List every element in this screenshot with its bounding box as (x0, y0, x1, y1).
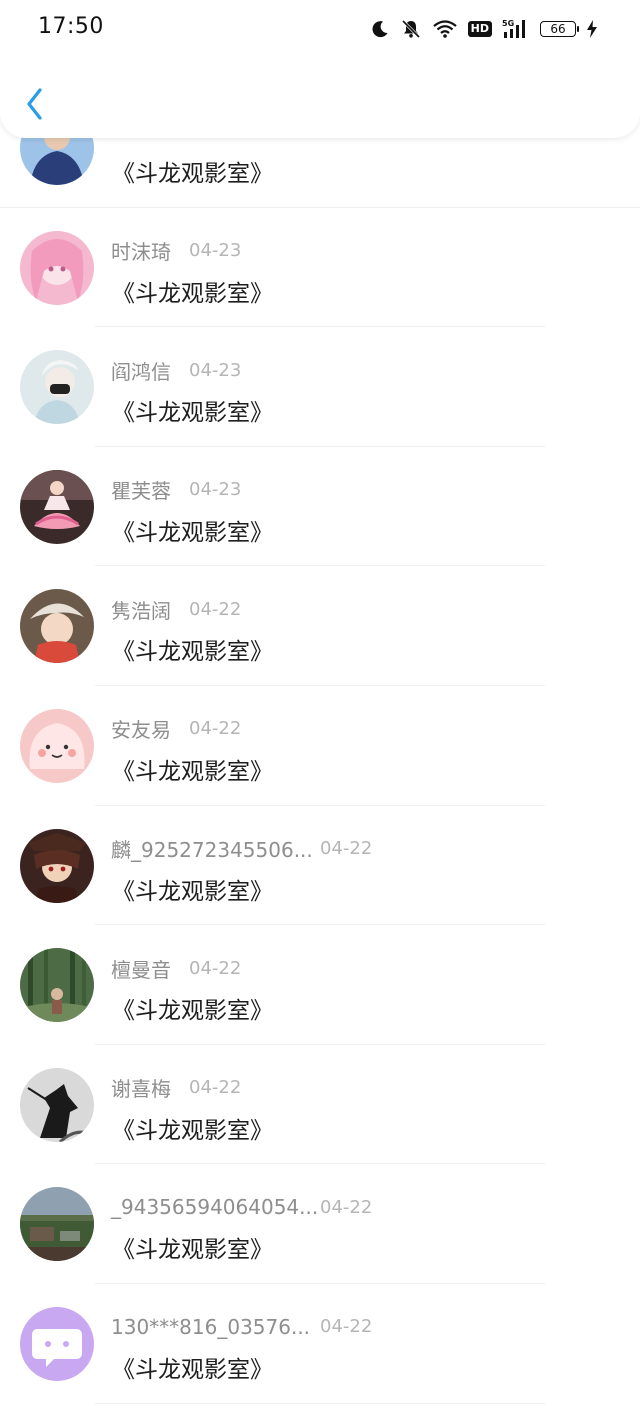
status-time: 17:50 (38, 14, 104, 39)
comment-text: 《斗龙观影室》 (112, 161, 273, 187)
user-name[interactable]: 隽浩阔 (111, 595, 171, 624)
comment-meta: 阎鸿信 04-23 (111, 356, 242, 385)
user-name[interactable]: 瞿芙蓉 (111, 475, 171, 504)
comment-meta: 安友易 04-22 (111, 716, 241, 742)
status-icons: HD 5G 66 (370, 16, 598, 42)
comment-date: 04-22 (320, 1316, 373, 1338)
comment-row[interactable]: 瞿芙蓉 04-23 《斗龙观影室》 (0, 447, 640, 567)
battery-indicator: 66 (540, 21, 579, 37)
comment-row[interactable]: 阎鸿信 04-23 《斗龙观影室》 (0, 327, 640, 447)
comment-date: 04-23 (189, 359, 242, 381)
comment-list: 《斗龙观影室》 时沫琦 04-23 《斗龙观影室》 阎鸿信 04-23 《斗龙观影室》 … (0, 88, 640, 1404)
user-avatar[interactable] (20, 469, 94, 544)
comment-row[interactable]: 麟_925272345506... 04-22 《斗龙观影室》 (0, 806, 640, 926)
back-button[interactable] (18, 82, 52, 126)
user-name[interactable]: 130***816_03576... (111, 1315, 310, 1339)
user-avatar[interactable] (20, 589, 94, 664)
comment-row[interactable]: 谢喜梅 04-22 《斗龙观影室》 (0, 1045, 640, 1165)
top-header: 17:50 HD 5G 66 (0, 0, 640, 138)
comment-meta: 隽浩阔 04-22 (111, 595, 242, 624)
user-avatar[interactable] (20, 1306, 94, 1381)
chevron-left-icon (27, 88, 42, 120)
cellular-signal-icon: 5G (502, 18, 530, 40)
comment-text: 《斗龙观影室》 (112, 878, 273, 905)
comment-row[interactable]: 130***816_03576... 04-22 《斗龙观影室》 (0, 1284, 640, 1404)
comment-text: 《斗龙观影室》 (112, 758, 273, 785)
comment-row[interactable]: _94356594064054... 04-22 《斗龙观影室》 (0, 1164, 640, 1284)
comment-meta: 瞿芙蓉 04-23 (111, 477, 241, 503)
comment-date: 04-22 (189, 598, 242, 620)
user-name[interactable]: 时沫琦 (111, 236, 171, 265)
row-divider (95, 1402, 545, 1404)
user-avatar[interactable] (20, 1067, 94, 1142)
hd-badge: HD (467, 21, 492, 37)
comment-row[interactable]: 檀曼音 04-22 《斗龙观影室》 (0, 925, 640, 1045)
comment-text: 《斗龙观影室》 (112, 1356, 273, 1383)
user-name[interactable]: 麟_925272345506... (111, 834, 313, 863)
comment-text: 《斗龙观影室》 (112, 639, 273, 666)
comment-text: 《斗龙观影室》 (112, 1117, 273, 1144)
moon-icon (370, 19, 390, 39)
user-name[interactable]: 谢喜梅 (111, 1073, 171, 1102)
user-avatar[interactable] (20, 350, 94, 425)
user-avatar[interactable] (20, 230, 94, 305)
comment-meta: 檀曼音 04-22 (111, 954, 242, 983)
status-bar: 17:50 HD 5G 66 (0, 0, 640, 56)
svg-text:5G: 5G (502, 19, 514, 28)
comment-date: 04-22 (189, 1077, 242, 1099)
comment-text: 《斗龙观影室》 (112, 400, 273, 427)
comment-text: 《斗龙观影室》 (112, 280, 273, 307)
comment-meta: 130***816_03576... 04-22 (111, 1314, 372, 1340)
user-name[interactable]: 安友易 (111, 714, 171, 743)
user-avatar[interactable] (20, 1187, 94, 1262)
comment-text: 《斗龙观影室》 (112, 519, 273, 546)
battery-level: 66 (550, 22, 566, 36)
wifi-icon (432, 19, 458, 39)
user-name[interactable]: 阎鸿信 (111, 356, 171, 385)
charging-icon (586, 19, 598, 39)
comment-date: 04-22 (320, 838, 373, 860)
comment-row[interactable]: 安友易 04-22 《斗龙观影室》 (0, 686, 640, 806)
comment-meta: 谢喜梅 04-22 (111, 1075, 241, 1101)
comment-meta: 时沫琦 04-23 (111, 238, 241, 264)
comment-date: 04-22 (189, 718, 242, 740)
comment-date: 04-22 (320, 1196, 373, 1218)
comment-text: 《斗龙观影室》 (112, 998, 273, 1025)
user-avatar[interactable] (20, 948, 94, 1023)
comment-meta: 麟_925272345506... 04-22 (111, 834, 372, 863)
user-name[interactable]: _94356594064054... (111, 1195, 318, 1219)
user-name[interactable]: 檀曼音 (111, 954, 171, 983)
comment-date: 04-22 (189, 957, 242, 979)
comment-text: 《斗龙观影室》 (112, 1237, 273, 1264)
comment-row[interactable]: 隽浩阔 04-22 《斗龙观影室》 (0, 566, 640, 686)
user-avatar[interactable] (20, 828, 94, 903)
comment-date: 04-23 (189, 479, 242, 501)
user-avatar[interactable] (20, 708, 94, 783)
bell-muted-icon (400, 18, 422, 40)
comment-date: 04-23 (189, 240, 242, 262)
comment-row[interactable]: 时沫琦 04-23 《斗龙观影室》 (0, 208, 640, 328)
comment-meta: _94356594064054... 04-22 (111, 1194, 372, 1220)
